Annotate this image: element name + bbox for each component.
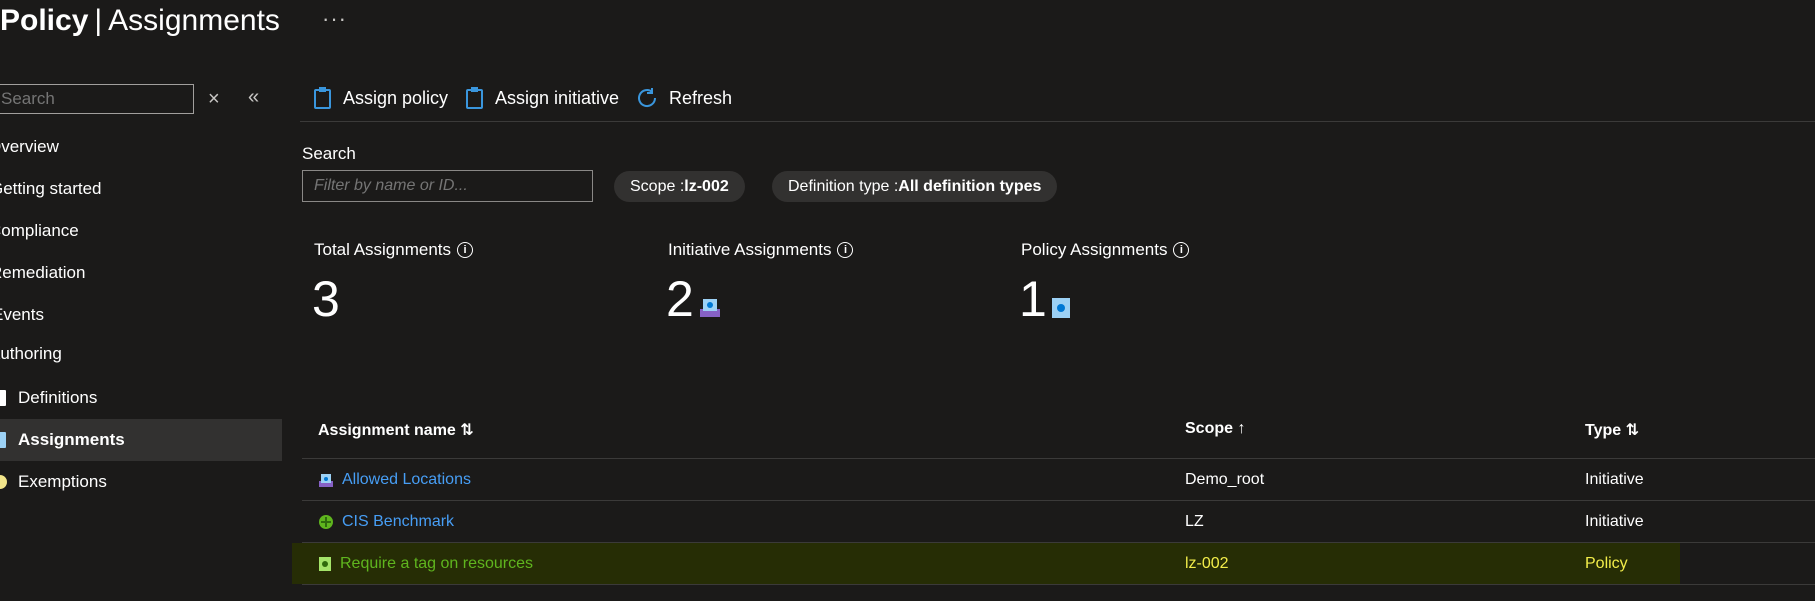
total-assignments-label: Total Assignments i <box>314 240 474 260</box>
sidebar-item-label: Definitions <box>18 388 98 407</box>
sidebar-item-events[interactable]: Events <box>0 305 44 325</box>
info-icon[interactable]: i <box>837 242 854 258</box>
search-label: Search <box>302 144 356 163</box>
initiative-assignments-label: Initiative Assignments i <box>668 240 854 260</box>
type-cell: Policy <box>1585 555 1628 572</box>
total-assignments-value: 3 <box>312 270 340 328</box>
benchmark-icon <box>319 514 333 529</box>
definition-type-filter-value: All definition types <box>898 177 1042 195</box>
info-icon[interactable]: i <box>457 242 474 258</box>
table-row-selected[interactable]: Require a tag on resources lz-002 Policy <box>292 543 1680 584</box>
column-header-scope[interactable]: Scope ↑ <box>1185 420 1245 438</box>
initiative-assignments-value: 2 <box>666 270 722 328</box>
clipboard-icon <box>314 87 331 109</box>
more-options-button[interactable]: ··· <box>322 6 347 32</box>
filter-search-input[interactable] <box>302 170 593 202</box>
sidebar-item-overview[interactable]: Overview <box>0 137 59 157</box>
clipboard-icon <box>466 87 483 109</box>
policy-icon <box>319 556 331 571</box>
type-cell: Initiative <box>1585 513 1644 530</box>
scope-filter-value: lz-002 <box>684 177 729 195</box>
refresh-icon <box>638 88 657 107</box>
exemptions-icon <box>0 475 7 489</box>
sidebar-search-input[interactable] <box>0 84 194 114</box>
refresh-label: Refresh <box>669 87 733 108</box>
scope-filter-pill[interactable]: Scope : lz-002 <box>614 171 745 202</box>
initiative-assignments-number: 2 <box>666 271 694 327</box>
assign-initiative-label: Assign initiative <box>495 87 620 108</box>
page-title-service: Policy <box>0 4 89 37</box>
sidebar-group-authoring: Authoring <box>0 344 62 363</box>
assign-initiative-button[interactable]: Assign initiative <box>465 86 619 110</box>
assignment-link[interactable]: CIS Benchmark <box>342 501 454 542</box>
refresh-button[interactable]: Refresh <box>635 86 732 110</box>
policy-assignments-number: 1 <box>1019 271 1047 327</box>
policy-assignments-value: 1 <box>1019 270 1071 328</box>
sidebar-item-label: Exemptions <box>18 472 107 491</box>
type-cell: Initiative <box>1585 471 1644 488</box>
total-assignments-number: 3 <box>312 271 340 327</box>
scope-cell: LZ <box>1185 513 1204 530</box>
definition-type-filter-pill[interactable]: Definition type : All definition types <box>772 171 1058 202</box>
initiative-assignments-text: Initiative Assignments <box>668 240 832 259</box>
page-title: Policy | Assignments <box>0 4 280 38</box>
assignment-link[interactable]: Require a tag on resources <box>340 543 533 584</box>
info-icon[interactable]: i <box>1173 242 1190 258</box>
sidebar-clear-icon[interactable]: × <box>208 88 220 111</box>
scope-cell: lz-002 <box>1185 555 1229 572</box>
policy-assignments-text: Policy Assignments <box>1021 240 1168 259</box>
assignments-icon <box>0 432 6 448</box>
initiative-icon <box>699 299 720 317</box>
table-row[interactable]: CIS Benchmark LZ Initiative <box>302 501 1815 542</box>
column-header-type[interactable]: Type ⇅ <box>1585 420 1639 440</box>
scope-filter-label: Scope : <box>630 177 685 195</box>
sidebar-item-definitions[interactable]: Definitions <box>0 377 282 419</box>
assignment-name-cell[interactable]: Allowed Locations <box>318 459 471 500</box>
policy-assignments-label: Policy Assignments i <box>1021 240 1190 260</box>
policy-icon <box>1051 298 1070 318</box>
toolbar-divider <box>300 121 1815 122</box>
sidebar-item-assignments[interactable]: Assignments <box>0 419 282 461</box>
assign-policy-button[interactable]: Assign policy <box>313 86 448 110</box>
table-row[interactable]: Allowed Locations Demo_root Initiative <box>302 459 1815 500</box>
page-title-page: Assignments <box>108 4 280 37</box>
assign-policy-label: Assign policy <box>343 87 449 108</box>
total-assignments-text: Total Assignments <box>314 240 452 259</box>
scope-cell: Demo_root <box>1185 471 1265 488</box>
column-header-assignment-name[interactable]: Assignment name ⇅ <box>318 420 474 440</box>
table-divider <box>302 584 1815 585</box>
sidebar-item-label: Assignments <box>18 430 125 449</box>
definitions-icon <box>0 390 6 406</box>
definition-type-filter-label: Definition type : <box>788 177 899 195</box>
sidebar-item-compliance[interactable]: Compliance <box>0 221 79 241</box>
initiative-icon <box>319 473 333 487</box>
sidebar-item-exemptions[interactable]: Exemptions <box>0 461 282 503</box>
sidebar-item-getting-started[interactable]: Getting started <box>0 179 102 199</box>
sidebar-item-remediation[interactable]: Remediation <box>0 263 85 283</box>
page-title-separator: | <box>94 4 103 37</box>
sidebar-collapse-icon[interactable]: « <box>248 86 259 109</box>
assignment-link[interactable]: Allowed Locations <box>342 459 471 500</box>
assignment-name-cell[interactable]: Require a tag on resources <box>318 543 533 584</box>
assignment-name-cell[interactable]: CIS Benchmark <box>318 501 454 542</box>
